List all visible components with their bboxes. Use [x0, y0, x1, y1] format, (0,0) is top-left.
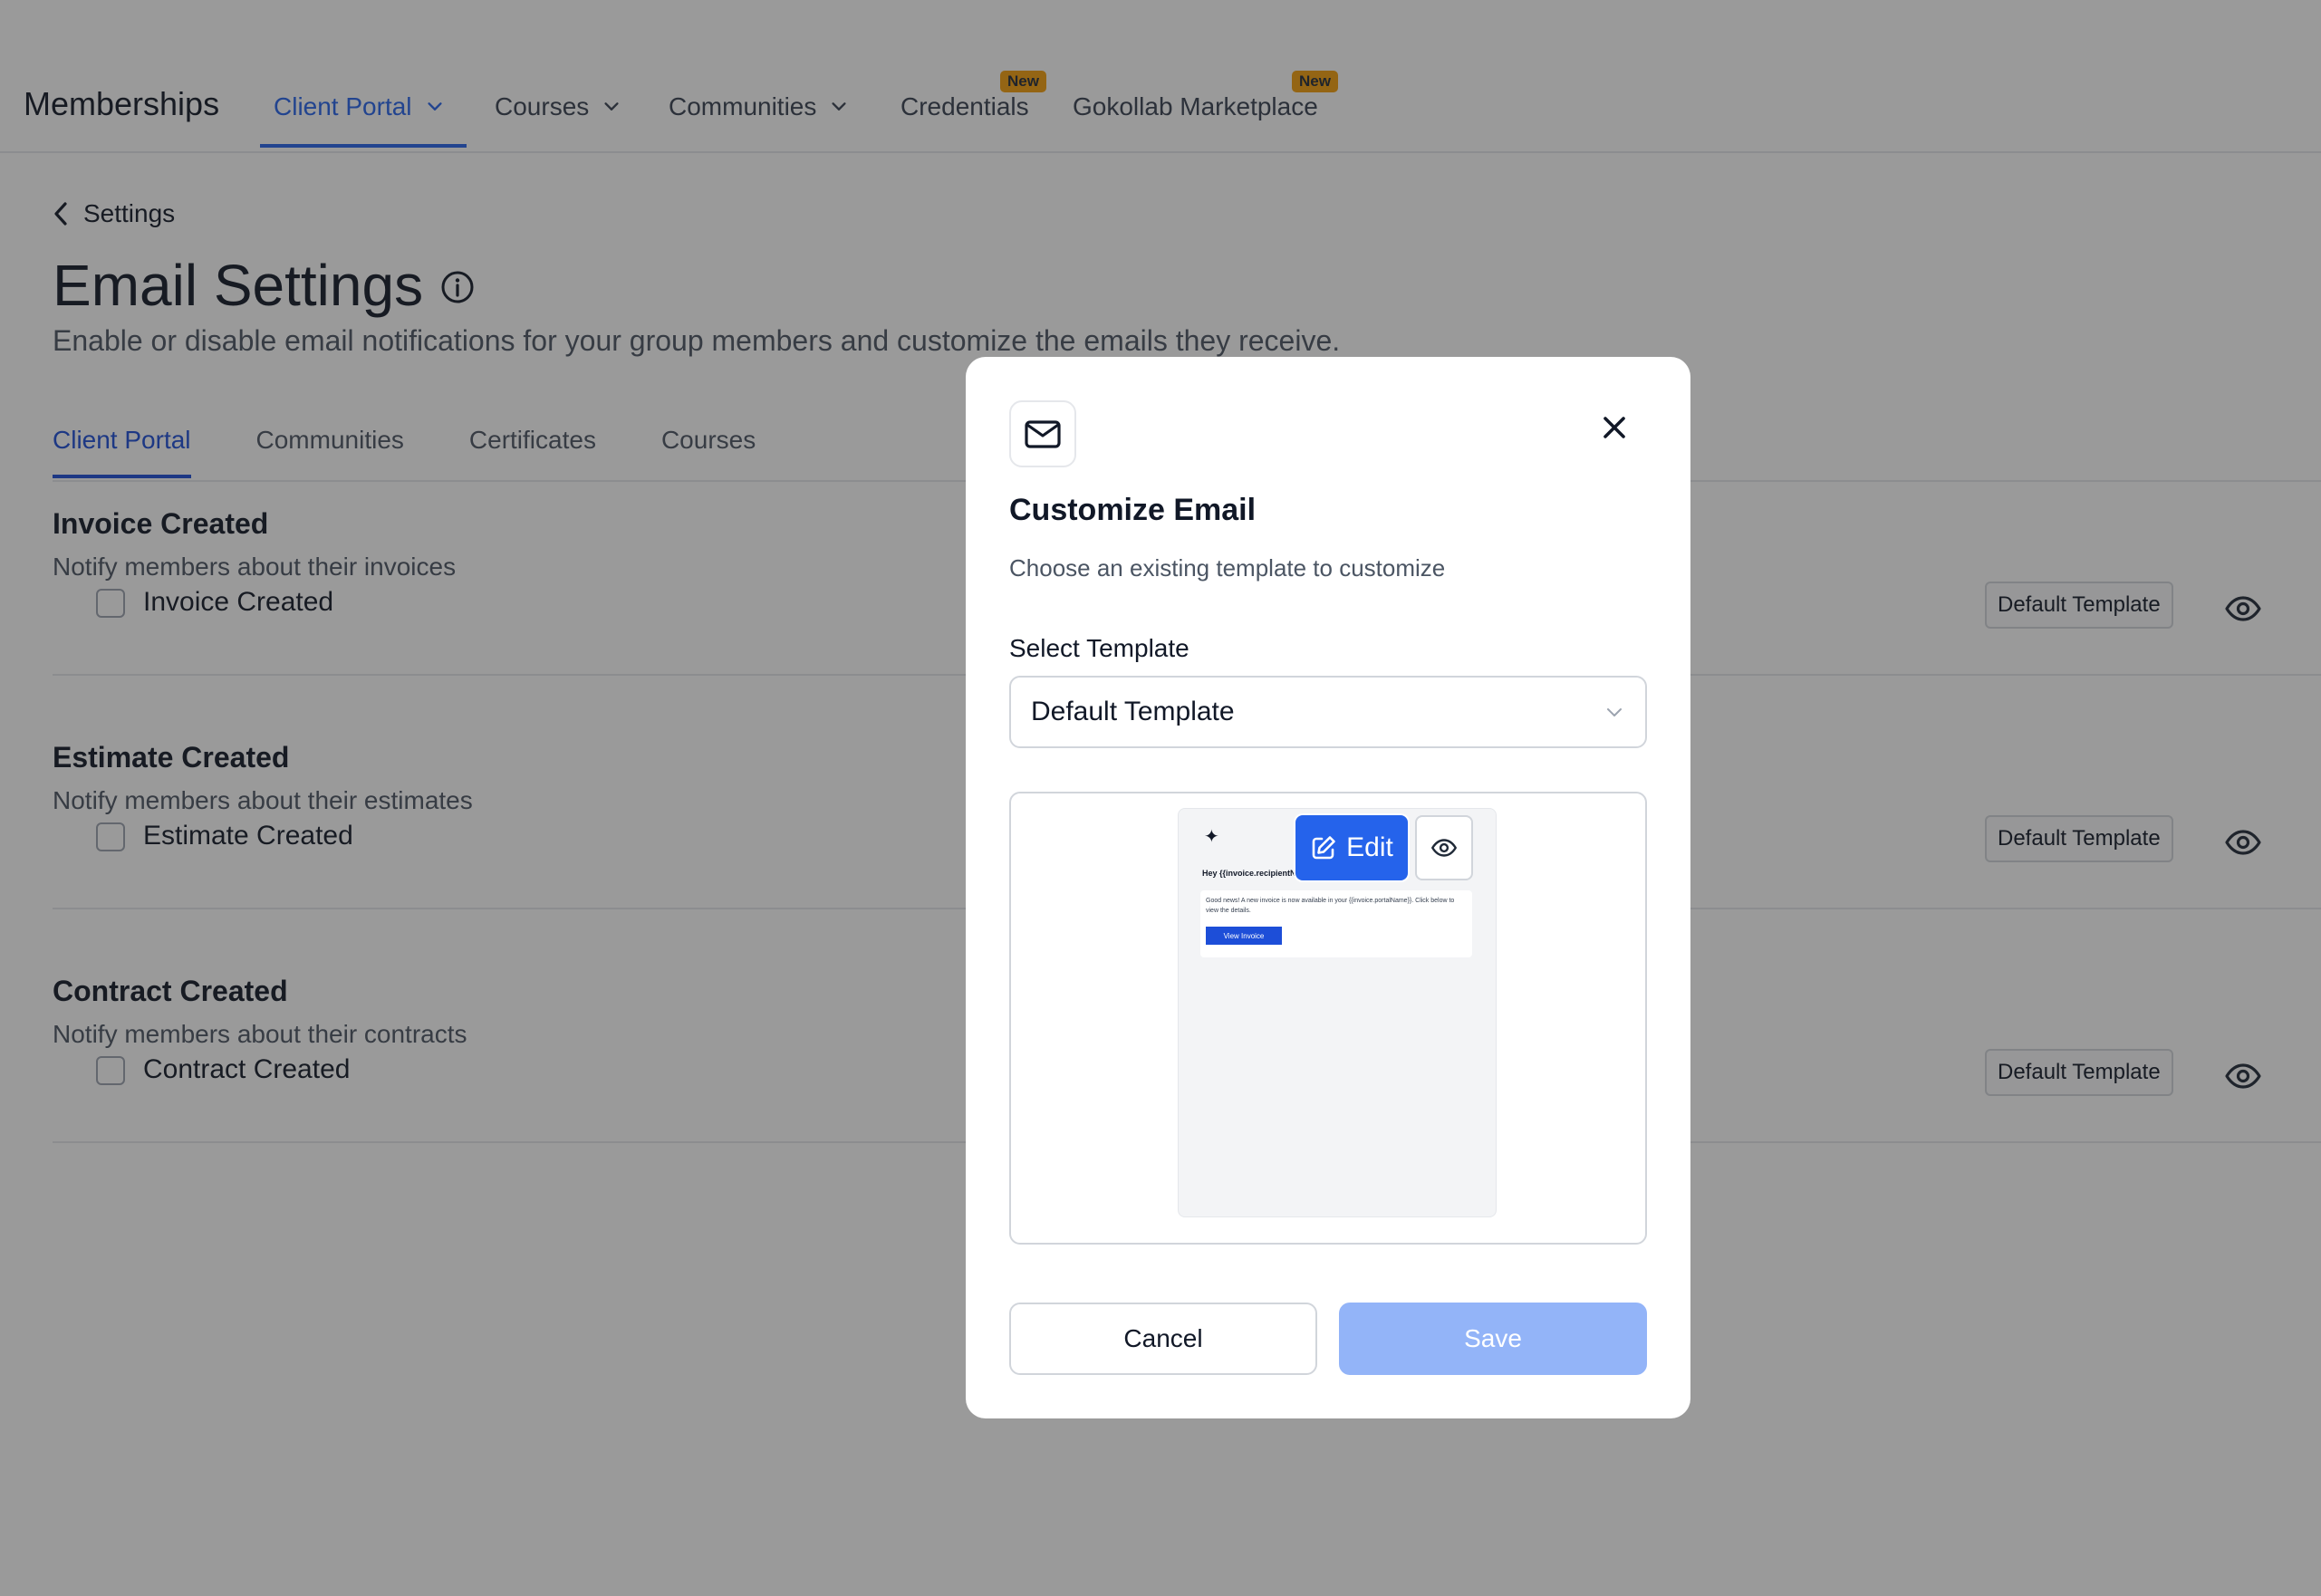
preview-card: Good news! A new invoice is now availabl… [1200, 890, 1472, 957]
cancel-button[interactable]: Cancel [1009, 1303, 1317, 1375]
select-template-label: Select Template [1009, 634, 1189, 662]
modal-description: Choose an existing template to customize [1009, 554, 1446, 582]
modal-title: Customize Email [1009, 493, 1257, 527]
preview-body: Good news! A new invoice is now availabl… [1206, 898, 1455, 914]
template-preview-box: ✦ Hey {{invoice.recipientName}}, Good ne… [1009, 792, 1647, 1245]
eye-icon [1431, 839, 1457, 857]
sparkle-icon: ✦ [1204, 827, 1219, 847]
edit-label: Edit [1346, 832, 1393, 862]
close-icon[interactable] [1596, 409, 1632, 446]
chevron-down-icon [1607, 708, 1622, 716]
edit-template-button[interactable]: Edit [1295, 815, 1408, 880]
preview-template-button[interactable] [1415, 815, 1473, 880]
save-button[interactable]: Save [1339, 1303, 1647, 1375]
edit-icon [1312, 836, 1335, 860]
template-select[interactable]: Default Template [1009, 676, 1647, 748]
mail-icon [1009, 400, 1076, 467]
preview-cta: View Invoice [1206, 927, 1282, 945]
customize-email-modal: Customize Email Choose an existing templ… [966, 357, 1690, 1418]
select-value: Default Template [1031, 697, 1235, 726]
